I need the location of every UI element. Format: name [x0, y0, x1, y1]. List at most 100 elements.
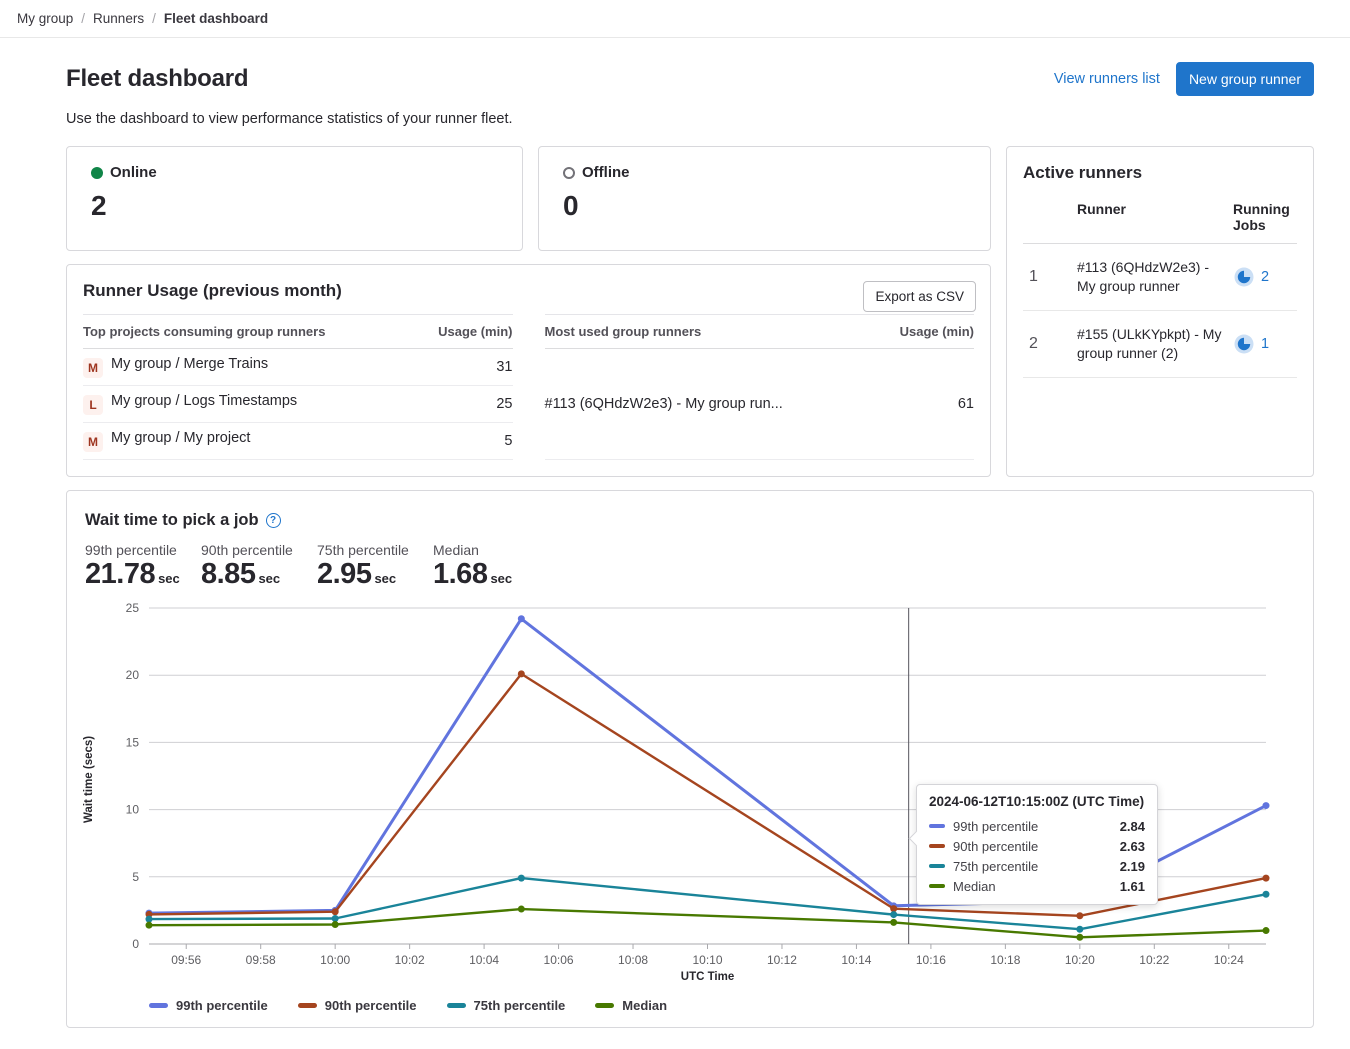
project-avatar: M	[83, 358, 103, 378]
legend-item-90th-percentile[interactable]: 90th percentile	[298, 998, 417, 1013]
x-tick-label: 10:20	[1065, 953, 1095, 967]
x-tick-label: 10:02	[395, 953, 425, 967]
x-tick-label: 10:06	[544, 953, 574, 967]
data-point-90th-percentile[interactable]	[332, 908, 339, 915]
offline-label: Offline	[582, 164, 630, 181]
runner-usage-card: Runner Usage (previous month) Export as …	[66, 264, 991, 477]
x-tick-label: 10:18	[990, 953, 1020, 967]
stat-value: 21.78	[85, 558, 155, 590]
usage-min-header: Usage (min)	[412, 315, 513, 349]
x-tick-label: 10:04	[469, 953, 499, 967]
breadcrumb-runners[interactable]: Runners	[93, 11, 144, 26]
tooltip-series-value: 2.19	[1120, 859, 1145, 874]
data-point-75th-percentile[interactable]	[1263, 891, 1270, 898]
legend-item-75th-percentile[interactable]: 75th percentile	[447, 998, 566, 1013]
export-csv-button[interactable]: Export as CSV	[863, 281, 976, 312]
table-row: #113 (6QHdzW2e3) - My group run... 61	[545, 349, 975, 460]
legend-label: 75th percentile	[474, 998, 566, 1013]
top-projects-table: Top projects consuming group runners Usa…	[83, 314, 513, 460]
most-used-runners-table: Most used group runners Usage (min) #113…	[545, 314, 975, 460]
new-group-runner-button[interactable]: New group runner	[1176, 62, 1314, 96]
help-icon[interactable]: ?	[266, 513, 281, 528]
data-point-75th-percentile[interactable]	[518, 875, 525, 882]
data-point-median[interactable]	[1263, 927, 1270, 934]
offline-count: 0	[563, 190, 966, 222]
data-point-median[interactable]	[332, 921, 339, 928]
runner-rank: 2	[1023, 335, 1067, 353]
stat-unit: sec	[374, 571, 396, 586]
project-name: My group / My project	[111, 430, 250, 446]
data-point-median[interactable]	[1076, 934, 1083, 941]
legend-label: 99th percentile	[176, 998, 268, 1013]
project-usage: 31	[412, 349, 513, 386]
runner-name: #113 (6QHdzW2e3) - My group run...	[545, 349, 872, 460]
runner-usage-title: Runner Usage (previous month)	[83, 281, 974, 301]
online-label: Online	[110, 164, 157, 181]
project-avatar: L	[83, 395, 103, 415]
wait-time-chart[interactable]: 051015202509:5609:5810:0010:0210:0410:06…	[85, 599, 1295, 996]
breadcrumb-my-group[interactable]: My group	[17, 11, 73, 26]
table-row: LMy group / Logs Timestamps 25	[83, 386, 513, 423]
breadcrumb: My group / Runners / Fleet dashboard	[0, 0, 1350, 38]
x-axis-label: UTC Time	[149, 971, 1266, 983]
data-point-75th-percentile[interactable]	[332, 915, 339, 922]
runner-name: #113 (6QHdzW2e3) - My group runner	[1077, 258, 1223, 296]
data-point-median[interactable]	[146, 922, 153, 929]
y-tick-label: 15	[126, 735, 140, 749]
usage-min-header: Usage (min)	[872, 315, 974, 349]
x-tick-label: 10:10	[692, 953, 722, 967]
running-jobs-count[interactable]: 1	[1261, 336, 1269, 352]
running-status-icon	[1233, 266, 1255, 288]
x-tick-label: 10:14	[841, 953, 871, 967]
tooltip-title: 2024-06-12T10:15:00Z (UTC Time)	[929, 794, 1145, 809]
legend-swatch	[149, 1003, 168, 1008]
online-count: 2	[91, 190, 498, 222]
legend-swatch	[447, 1003, 466, 1008]
stat-unit: sec	[158, 571, 180, 586]
data-point-90th-percentile[interactable]	[1263, 875, 1270, 882]
data-point-75th-percentile[interactable]	[890, 911, 897, 918]
offline-status-icon	[563, 167, 575, 179]
breadcrumb-fleet-dashboard: Fleet dashboard	[164, 11, 268, 26]
stat-label: Median	[433, 542, 532, 558]
data-point-75th-percentile[interactable]	[146, 916, 153, 923]
tooltip-series-label: Median	[953, 879, 1112, 894]
table-row: MMy group / My project 5	[83, 423, 513, 460]
data-point-99th-percentile[interactable]	[518, 615, 525, 622]
series-line-median	[149, 909, 1266, 937]
data-point-90th-percentile[interactable]	[1076, 912, 1083, 919]
y-tick-label: 0	[132, 937, 139, 951]
legend-label: 90th percentile	[325, 998, 417, 1013]
data-point-99th-percentile[interactable]	[1263, 802, 1270, 809]
breadcrumb-separator: /	[152, 11, 156, 26]
stat-label: 99th percentile	[85, 542, 184, 558]
page-title: Fleet dashboard	[66, 65, 248, 93]
x-tick-label: 10:00	[320, 953, 350, 967]
project-avatar: M	[83, 432, 103, 452]
chart-tooltip: 2024-06-12T10:15:00Z (UTC Time) 99th per…	[916, 784, 1158, 905]
data-point-median[interactable]	[890, 919, 897, 926]
active-runners-panel: Active runners Runner Running Jobs 1 #11…	[1006, 146, 1314, 477]
stat-unit: sec	[490, 571, 512, 586]
tooltip-series-label: 75th percentile	[953, 859, 1112, 874]
y-tick-label: 10	[126, 803, 140, 817]
runner-rank: 1	[1023, 268, 1067, 286]
legend-swatch	[595, 1003, 614, 1008]
series-swatch-median	[929, 884, 945, 888]
data-point-75th-percentile[interactable]	[1076, 926, 1083, 933]
column-runner: Runner	[1077, 201, 1223, 233]
series-swatch-90th	[929, 844, 945, 848]
active-runner-row: 2 #155 (ULkKYpkpt) - My group runner (2)…	[1023, 311, 1297, 378]
project-name: My group / Merge Trains	[111, 356, 268, 372]
tooltip-series-value: 1.61	[1120, 879, 1145, 894]
stat-unit: sec	[258, 571, 280, 586]
legend-item-99th-percentile[interactable]: 99th percentile	[149, 998, 268, 1013]
legend-item-median[interactable]: Median	[595, 998, 667, 1013]
data-point-median[interactable]	[518, 906, 525, 913]
wait-time-title: Wait time to pick a job	[85, 511, 259, 530]
data-point-90th-percentile[interactable]	[518, 670, 525, 677]
view-runners-list-link[interactable]: View runners list	[1054, 71, 1160, 87]
active-runner-row: 1 #113 (6QHdzW2e3) - My group runner 2	[1023, 244, 1297, 311]
offline-runners-card: Offline 0	[538, 146, 991, 251]
running-jobs-count[interactable]: 2	[1261, 269, 1269, 285]
